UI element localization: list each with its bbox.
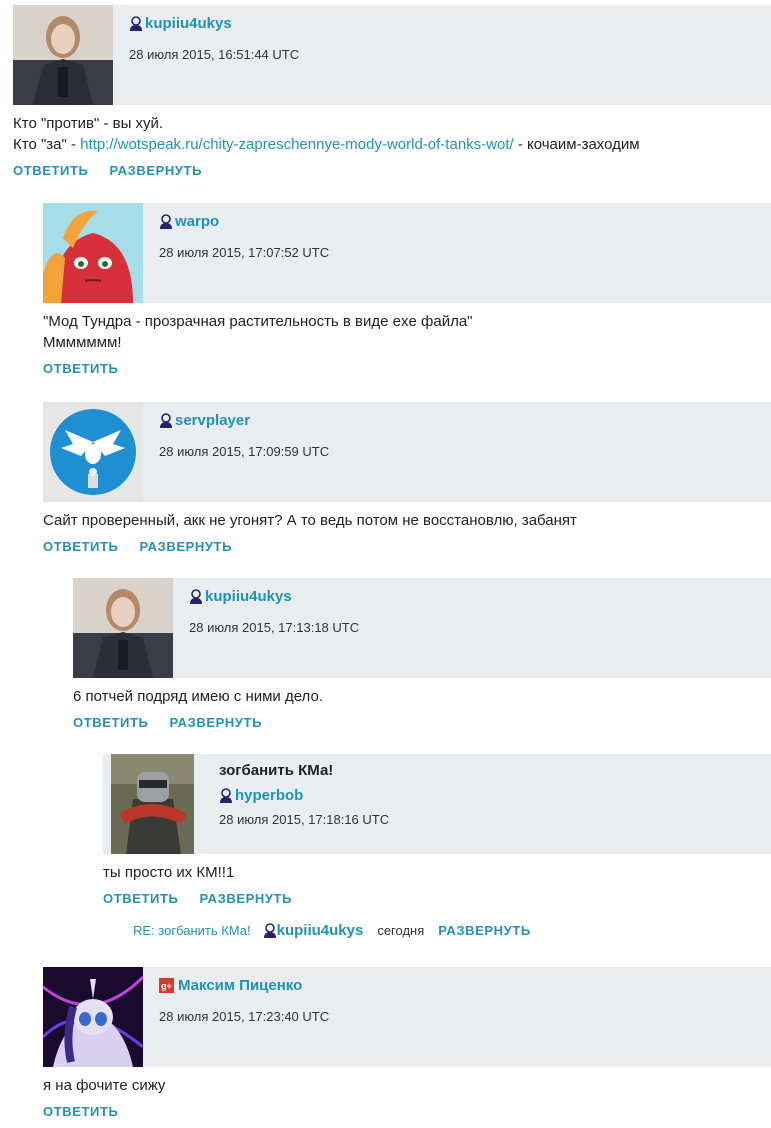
comment-date: 28 июля 2015, 17:07:52 UTC [159,245,330,260]
user-row: hyperbob [219,787,389,804]
user-icon [263,922,276,938]
comment-actions: ОТВЕТИТЬ [43,361,771,376]
user-row: warpo [159,213,329,230]
comment-text: ты просто их КМ!!1 [103,862,771,883]
avatar[interactable] [43,967,143,1067]
text-line: Ммммммм! [43,334,122,351]
comment-header: warpo 28 июля 2015, 17:07:52 UTC [43,203,771,303]
comment-4: kupiiu4ukys 28 июля 2015, 17:13:18 UTC 6… [73,578,771,730]
reply-button[interactable]: ОТВЕТИТЬ [13,163,88,178]
username-link[interactable]: hyperbob [235,787,303,804]
reply-button[interactable]: ОТВЕТИТЬ [73,715,148,730]
text-line: Кто "против" - вы хуй. [13,115,164,132]
user-icon [130,15,142,31]
expand-button[interactable]: РАЗВЕРНУТЬ [438,923,531,938]
reply-button[interactable]: ОТВЕТИТЬ [103,891,178,906]
comment-meta: warpo 28 июля 2015, 17:07:52 UTC [159,213,329,260]
text-line: ты просто их КМ!!1 [103,864,235,881]
reply-button[interactable]: ОТВЕТИТЬ [43,361,118,376]
comment-text: 6 потчей подряд имею с ними дело. [73,686,771,707]
user-icon [190,588,202,604]
user-row: servplayer [159,412,329,429]
comment-2: warpo 28 июля 2015, 17:07:52 UTC "Мод Ту… [43,203,771,376]
user-icon [160,412,172,428]
reply-button[interactable]: ОТВЕТИТЬ [43,1104,118,1119]
text-line: я на фочите сижу [43,1077,166,1094]
comment-6: g+ Максим Пиценко 28 июля 2015, 17:23:40… [43,967,771,1119]
comment-header: kupiiu4ukys 28 июля 2015, 16:51:44 UTC [13,5,771,105]
avatar[interactable] [73,578,173,678]
comment-date: 28 июля 2015, 16:51:44 UTC [129,47,300,62]
avatar[interactable] [111,754,194,854]
reply-time: сегодня [377,923,425,938]
comment-text: Кто "против" - вы хуй. Кто "за" - http:/… [13,113,771,155]
avatar[interactable] [43,402,143,502]
comment-text: "Мод Тундра - прозрачная растительность … [43,311,771,353]
comment-header: g+ Максим Пиценко 28 июля 2015, 17:23:40… [43,967,771,1067]
comment-3: servplayer 28 июля 2015, 17:09:59 UTC Са… [43,402,771,554]
comment-5: зогбанить КМа! hyperbob 28 июля 2015, 17… [103,754,771,906]
user-icon [160,213,172,229]
reply-title-link[interactable]: RE: зогбанить КМа! [133,923,251,938]
comment-meta: зогбанить КМа! hyperbob 28 июля 2015, 17… [219,762,389,827]
comment-date: 28 июля 2015, 17:18:16 UTC [219,812,390,827]
comment-actions: ОТВЕТИТЬ РАЗВЕРНУТЬ [13,163,771,178]
comment-date: 28 июля 2015, 17:23:40 UTC [159,1009,330,1024]
user-row: g+ Максим Пиценко [159,977,329,994]
comment-header: зогбанить КМа! hyperbob 28 июля 2015, 17… [103,754,771,854]
comment-meta: kupiiu4ukys 28 июля 2015, 17:13:18 UTC [189,588,359,635]
username-link[interactable]: kupiiu4ukys [145,15,232,32]
text-line: Сайт проверенный, акк не угонят? А то ве… [43,512,577,529]
comment-text: я на фочите сижу [43,1075,771,1096]
comment-meta: kupiiu4ukys 28 июля 2015, 16:51:44 UTC [129,15,299,62]
comment-actions: ОТВЕТИТЬ РАЗВЕРНУТЬ [73,715,771,730]
expand-button[interactable]: РАЗВЕРНУТЬ [199,891,292,906]
text-prefix: Кто "за" - [13,136,81,153]
reply-button[interactable]: ОТВЕТИТЬ [43,539,118,554]
text-line: 6 потчей подряд имею с ними дело. [73,688,323,705]
comment-meta: g+ Максим Пиценко 28 июля 2015, 17:23:40… [159,977,329,1024]
username-link[interactable]: kupiiu4ukys [205,588,292,605]
comment-header: kupiiu4ukys 28 июля 2015, 17:13:18 UTC [73,578,771,678]
external-link[interactable]: http://wotspeak.ru/chity-zapreschennye-m… [80,136,514,153]
username-link[interactable]: servplayer [175,412,250,429]
username-link[interactable]: warpo [175,213,219,230]
comment-actions: ОТВЕТИТЬ РАЗВЕРНУТЬ [103,891,771,906]
comment-topic: зогбанить КМа! [219,762,334,779]
username-link[interactable]: kupiiu4ukys [277,922,364,939]
avatar[interactable] [13,5,113,105]
text-suffix: - кочаим-заходим [513,136,640,153]
comment-1: kupiiu4ukys 28 июля 2015, 16:51:44 UTC К… [13,5,771,178]
expand-button[interactable]: РАЗВЕРНУТЬ [169,715,262,730]
user-row: kupiiu4ukys [129,15,299,32]
comment-text: Сайт проверенный, акк не угонят? А то ве… [43,510,771,531]
comment-actions: ОТВЕТИТЬ РАЗВЕРНУТЬ [43,539,771,554]
comment-date: 28 июля 2015, 17:13:18 UTC [189,620,360,635]
collapsed-reply: RE: зогбанить КМа! kupiiu4ukys сегодня Р… [133,922,531,939]
comment-header: servplayer 28 июля 2015, 17:09:59 UTC [43,402,771,502]
comment-actions: ОТВЕТИТЬ [43,1104,771,1119]
user-row: kupiiu4ukys [189,588,359,605]
avatar[interactable] [43,203,143,303]
text-line: Кто "за" - http://wotspeak.ru/chity-zapr… [13,134,771,155]
comment-meta: servplayer 28 июля 2015, 17:09:59 UTC [159,412,329,459]
username-link[interactable]: Максим Пиценко [178,977,302,994]
expand-button[interactable]: РАЗВЕРНУТЬ [139,539,232,554]
google-plus-icon: g+ [159,978,174,993]
user-icon [220,787,232,803]
expand-button[interactable]: РАЗВЕРНУТЬ [109,163,202,178]
text-line: "Мод Тундра - прозрачная растительность … [43,313,473,330]
comment-date: 28 июля 2015, 17:09:59 UTC [159,444,330,459]
